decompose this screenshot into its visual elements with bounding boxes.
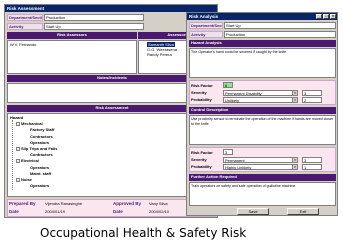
tree-expander-icon[interactable]: -: [16, 177, 20, 182]
approved-date-value: 2004/02/10: [149, 209, 170, 214]
tree-item-label: Operators: [30, 139, 50, 145]
tree-item-label: Noise: [21, 177, 32, 182]
tree-item[interactable]: Hazard: [10, 115, 23, 120]
tree-expander-icon[interactable]: -: [16, 159, 20, 164]
tree-guide: [12, 120, 13, 190]
activity-label: Activity: [7, 23, 43, 30]
tree-item-label: Electrical: [21, 158, 39, 164]
chevron-down-icon[interactable]: ▾: [292, 165, 297, 169]
risk-analysis-window: Risk Analysis _ □ × Department/Section S…: [186, 12, 338, 216]
severity-label: Severity: [191, 157, 207, 162]
probability-select[interactable]: Unlikely ▾: [223, 97, 298, 103]
analysis-titlebar: Risk Analysis _ □ ×: [187, 13, 337, 20]
risk-factor-label: Risk Factor: [191, 83, 213, 88]
prepared-by-value: Vijendra Ranasinghe: [45, 201, 83, 206]
tree-item[interactable]: Factory Staff: [30, 127, 54, 132]
maximize-icon[interactable]: □: [323, 14, 329, 19]
chevron-down-icon[interactable]: ▾: [292, 158, 297, 162]
prepared-date-value: 2004/01/19: [45, 209, 66, 214]
tree-item-label: Contractors: [30, 152, 53, 158]
tree-item-label: Operators: [30, 183, 50, 189]
severity-select[interactable]: Permanent Disability ▾: [223, 90, 298, 96]
further-action-text: Train operators on safety and safe opera…: [191, 184, 297, 188]
tree-item-label: Hazard: [10, 115, 24, 120]
tree-item[interactable]: Contractors: [30, 152, 53, 157]
tree-item[interactable]: Operators: [30, 140, 49, 145]
analysis-title: Risk Analysis: [189, 14, 219, 19]
prepared-by-label: Prepared By: [9, 201, 36, 206]
probability-num[interactable]: 2: [302, 97, 322, 103]
assessment-titlebar: Risk Assessment: [5, 5, 217, 12]
assessor-list-left[interactable]: W.V. Fernando: [7, 40, 137, 74]
further-action-header: Further Action Required: [189, 174, 336, 181]
control-description-header: Control Description: [189, 107, 336, 114]
tree-item[interactable]: - Slip Trips and Falls: [16, 146, 57, 151]
tree-item-label: Contractors: [30, 133, 53, 139]
tree-item[interactable]: Operators: [30, 165, 49, 170]
risk-assessors-header: Risk Assessors: [7, 32, 137, 39]
severity-select-2[interactable]: Permanent ▾: [223, 157, 298, 163]
risk-factor-field-2[interactable]: 3: [223, 149, 233, 155]
severity-value: Permanent: [225, 158, 245, 163]
control-text: Use proximity sensor to terminate the op…: [191, 117, 334, 126]
probability-label: Probability: [191, 97, 212, 102]
dept-label: Department/Section: [7, 14, 43, 21]
assessor-item[interactable]: W.V. Fernando: [10, 42, 36, 47]
hazard-analysis-header: Hazard Analysis: [189, 40, 336, 47]
severity-value: Permanent Disability: [225, 91, 262, 96]
save-button[interactable]: Save: [237, 208, 269, 215]
analysis-activity-label: Activity: [189, 31, 223, 38]
minimize-icon[interactable]: _: [316, 14, 322, 19]
activity-field[interactable]: Start Up: [44, 23, 144, 30]
dept-field[interactable]: Production: [44, 14, 144, 21]
tree-expander-icon[interactable]: -: [16, 122, 20, 127]
severity-num[interactable]: 3: [302, 90, 322, 96]
tree-item-label: Mechanical: [21, 121, 43, 127]
chevron-down-icon[interactable]: ▾: [292, 91, 297, 95]
further-action-area[interactable]: Train operators on safety and safe opera…: [189, 182, 336, 206]
hazard-text-area[interactable]: The Operator's hand could be severed if …: [189, 48, 336, 78]
severity-label: Severity: [191, 90, 207, 95]
probability-select-2[interactable]: Highly Unlikely ▾: [223, 164, 298, 170]
page-caption: Occupational Health & Safety Risk: [40, 226, 247, 240]
analysis-activity-field[interactable]: Production: [224, 31, 336, 38]
severity-num-2[interactable]: 3: [302, 157, 322, 163]
tree-expander-icon[interactable]: -: [16, 146, 20, 151]
control-text-area[interactable]: Use proximity sensor to terminate the op…: [189, 115, 336, 145]
assessor-item[interactable]: Randy Perera: [147, 52, 172, 57]
tree-item-label: Maint. staff: [30, 170, 52, 176]
risk-factor-label: Risk Factor: [191, 150, 213, 155]
close-icon[interactable]: ×: [330, 14, 336, 19]
risk-factor-field[interactable]: 6: [223, 82, 233, 88]
probability-label: Probability: [191, 164, 212, 169]
exit-button[interactable]: Exit: [287, 208, 319, 215]
tree-item-label: Operators: [30, 164, 50, 170]
chevron-down-icon[interactable]: ▾: [292, 98, 297, 102]
approved-by-label: Approved By: [113, 201, 142, 206]
probability-value: Highly Unlikely: [225, 165, 252, 170]
tree-item[interactable]: - Electrical: [16, 158, 39, 163]
analysis-dept-field[interactable]: Start Up: [224, 22, 336, 29]
tree-item[interactable]: - Mechanical: [16, 121, 43, 126]
probability-value: Unlikely: [225, 98, 240, 103]
tree-item[interactable]: Maint. staff: [30, 171, 51, 176]
tree-item-label: Slip Trips and Falls: [21, 146, 58, 151]
tree-item[interactable]: Operators: [30, 183, 49, 188]
hazard-text: The Operator's hand could be severed if …: [191, 50, 287, 54]
prepared-date-label: Date: [9, 209, 19, 214]
assessment-title: Risk Assessment: [7, 6, 45, 11]
probability-num-2[interactable]: 1: [302, 164, 322, 170]
approved-date-label: Date: [113, 209, 123, 214]
tree-item[interactable]: - Noise: [16, 177, 32, 182]
tree-item-label: Factory Staff: [30, 127, 55, 133]
tree-item[interactable]: Contractors: [30, 134, 53, 139]
approved-by-value: Vany Silva: [149, 201, 168, 206]
analysis-dept-label: Department/Section: [189, 22, 223, 29]
